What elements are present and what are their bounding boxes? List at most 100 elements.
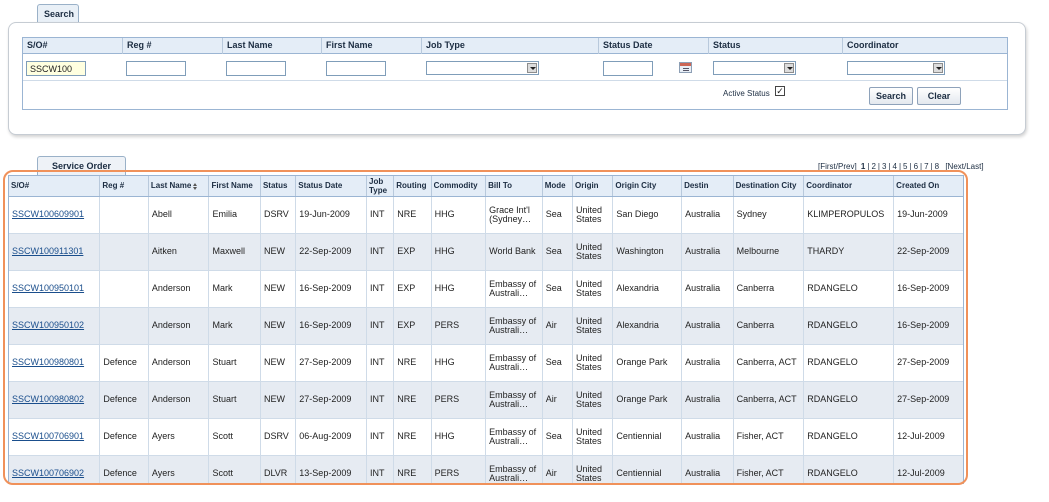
coordinator-select[interactable] — [847, 61, 945, 75]
pager-page-5[interactable]: 5 — [903, 162, 907, 171]
table-row[interactable]: SSCW100706901 Defence Ayers Scott DSRV 06-Aug… — [9, 418, 963, 456]
column-header-first-name[interactable]: First Name — [208, 176, 261, 197]
cell-commodity: HHG — [431, 344, 487, 382]
search-header-status-date: Status Date — [599, 38, 709, 54]
column-header-origin-city[interactable]: Origin City — [612, 176, 683, 197]
chevron-down-icon[interactable] — [527, 63, 537, 73]
search-button[interactable]: Search — [869, 87, 913, 105]
cell-mode: Sea — [542, 344, 574, 382]
cell-so[interactable]: SSCW100950101 — [9, 270, 101, 308]
status-select[interactable] — [713, 61, 796, 75]
cell-origin: United States — [572, 307, 614, 345]
pager-page-6[interactable]: 6 — [914, 162, 918, 171]
job-type-select[interactable] — [426, 61, 539, 75]
pager-page-8[interactable]: 8 — [935, 162, 939, 171]
reg-number-input[interactable] — [126, 61, 186, 76]
table-row[interactable]: SSCW100980802 Defence Anderson Stuart NEW 27-… — [9, 381, 963, 419]
column-header-destination-city[interactable]: Destination City — [733, 176, 805, 197]
column-header-coordinator[interactable]: Coordinator — [803, 176, 895, 197]
pager-page-7[interactable]: 7 — [924, 162, 928, 171]
cell-job-type: INT — [366, 455, 395, 483]
cell-coordinator: RDANGELO — [803, 307, 895, 345]
active-status-checkbox[interactable]: ✓ — [775, 86, 785, 96]
column-header-bill-to[interactable]: Bill To — [485, 176, 543, 197]
cell-so[interactable]: SSCW100980802 — [9, 381, 101, 419]
cell-last-name: Anderson — [148, 307, 210, 345]
cell-created-on: 27-Sep-2009 — [893, 381, 963, 419]
column-header-commodity[interactable]: Commodity — [431, 176, 487, 197]
bill-to-text: Embassy of Australi… — [489, 279, 537, 298]
cell-so[interactable]: SSCW100911301 — [9, 233, 101, 271]
pager-page-3[interactable]: 3 — [882, 162, 886, 171]
so-number-input[interactable] — [26, 61, 86, 76]
status-date-input[interactable] — [603, 61, 653, 76]
cell-commodity: PERS — [431, 307, 487, 345]
chevron-down-icon[interactable] — [784, 63, 794, 73]
column-header-created-on[interactable]: Created On — [893, 176, 963, 197]
pager-separator: | — [909, 162, 912, 171]
table-row[interactable]: SSCW100950101 Anderson Mark NEW 16-Sep-2009 I… — [9, 270, 963, 308]
column-header-status-date[interactable]: Status Date — [295, 176, 367, 197]
cell-so[interactable]: SSCW100950102 — [9, 307, 101, 345]
column-header-origin[interactable]: Origin — [572, 176, 614, 197]
column-header-job-type[interactable]: Job Type — [366, 176, 395, 197]
column-header-mode[interactable]: Mode — [542, 176, 574, 197]
cell-status: NEW — [260, 233, 297, 271]
cell-reg: Defence — [99, 381, 149, 419]
pager-separator: | — [898, 162, 902, 171]
column-header-destin[interactable]: Destin — [681, 176, 734, 197]
cell-coordinator: RDANGELO — [803, 418, 895, 456]
cell-last-name: Abell — [148, 196, 210, 234]
cell-reg — [99, 270, 149, 308]
cell-created-on: 27-Sep-2009 — [893, 344, 963, 382]
column-header-last-name[interactable]: Last Name — [148, 176, 210, 197]
table-row[interactable]: SSCW100950102 Anderson Mark NEW 16-Sep-2009 I… — [9, 307, 963, 345]
table-row[interactable]: SSCW100609901 Abell Emilia DSRV 19-Jun-2009 I… — [9, 196, 963, 234]
cell-coordinator: KLIMPEROPULOS — [803, 196, 895, 234]
column-header-routing[interactable]: Routing — [393, 176, 432, 197]
cell-so[interactable]: SSCW100609901 — [9, 196, 101, 234]
pager-first-prev[interactable]: [First/Prev] — [818, 162, 857, 171]
cell-last-name: Aitken — [148, 233, 210, 271]
sort-icon[interactable] — [193, 182, 198, 190]
cell-so[interactable]: SSCW100980801 — [9, 344, 101, 382]
cell-commodity: HHG — [431, 418, 487, 456]
pager-page-4[interactable]: 4 — [893, 162, 897, 171]
calendar-icon[interactable] — [679, 62, 692, 73]
search-header-first-name: First Name — [322, 38, 422, 54]
cell-origin: United States — [572, 344, 614, 382]
table-row[interactable]: SSCW100911301 Aitken Maxwell NEW 22-Sep-2009… — [9, 233, 963, 271]
table-row[interactable]: SSCW100980801 Defence Anderson Stuart NEW 27-… — [9, 344, 963, 382]
cell-last-name: Anderson — [148, 381, 210, 419]
cell-so[interactable]: SSCW100706902 — [9, 455, 101, 483]
clear-button[interactable]: Clear — [917, 87, 961, 105]
cell-status: DSRV — [260, 196, 297, 234]
cell-mode: Air — [542, 455, 574, 483]
cell-status-date: 16-Sep-2009 — [295, 307, 367, 345]
cell-routing: NRE — [393, 344, 432, 382]
cell-origin-city: Orange Park — [612, 381, 683, 419]
cell-status: NEW — [260, 307, 297, 345]
cell-first-name: Stuart — [208, 344, 261, 382]
last-name-input[interactable] — [226, 61, 286, 76]
pager-page-1[interactable]: 1 — [861, 162, 865, 171]
cell-so[interactable]: SSCW100706901 — [9, 418, 101, 456]
pager-page-2[interactable]: 2 — [871, 162, 875, 171]
cell-destination-city: Fisher, ACT — [733, 455, 805, 483]
cell-origin: United States — [572, 196, 614, 234]
column-header-so[interactable]: S/O# — [9, 176, 101, 197]
table-row[interactable]: SSCW100706902 Defence Ayers Scott DLVR 13-Sep… — [9, 455, 963, 483]
chevron-down-icon[interactable] — [933, 63, 943, 73]
column-header-status[interactable]: Status — [260, 176, 297, 197]
search-tab[interactable]: Search — [37, 4, 79, 23]
cell-status-date: 22-Sep-2009 — [295, 233, 367, 271]
pager-next-last[interactable]: [Next/Last] — [945, 162, 983, 171]
cell-destin: Australia — [681, 233, 734, 271]
cell-created-on: 16-Sep-2009 — [893, 307, 963, 345]
cell-created-on: 12-Jul-2009 — [893, 418, 963, 456]
column-header-reg[interactable]: Reg # — [99, 176, 149, 197]
cell-status-date: 16-Sep-2009 — [295, 270, 367, 308]
cell-job-type: INT — [366, 307, 395, 345]
service-order-list-tab[interactable]: Service Order List — [37, 156, 126, 186]
first-name-input[interactable] — [326, 61, 386, 76]
